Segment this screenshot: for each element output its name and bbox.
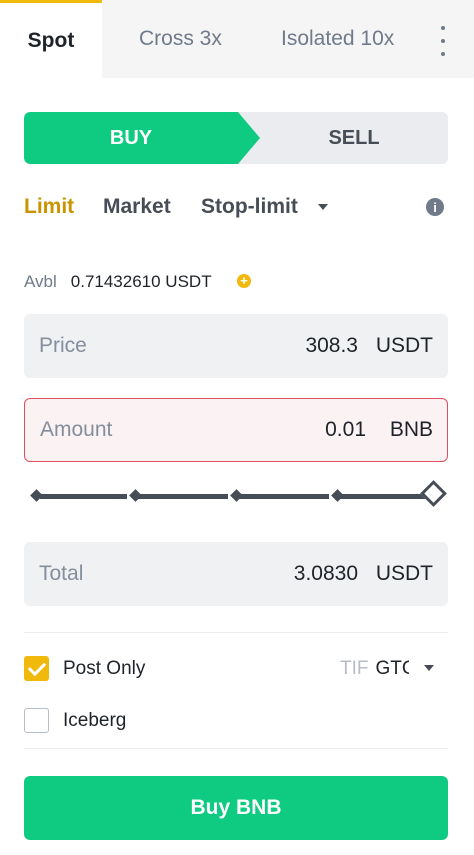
tab-cross[interactable]: Cross 3x bbox=[139, 0, 222, 78]
amount-label: Amount bbox=[40, 418, 113, 441]
divider bbox=[24, 632, 448, 633]
available-balance: Avbl 0.71432610 USDT bbox=[24, 268, 212, 296]
chevron-down-icon[interactable] bbox=[424, 665, 434, 671]
total-field[interactable]: Total 3.0830 USDT bbox=[24, 542, 448, 606]
price-value[interactable]: 308.3 bbox=[305, 314, 358, 378]
tif-value[interactable]: GTC bbox=[376, 658, 409, 680]
iceberg-checkbox[interactable] bbox=[24, 708, 49, 733]
price-label: Price bbox=[39, 334, 87, 357]
sell-tab[interactable]: SELL bbox=[260, 112, 448, 164]
tif-selector[interactable]: TIF GTC bbox=[340, 656, 409, 682]
order-type-stop-limit[interactable]: Stop-limit bbox=[201, 190, 298, 224]
order-type-limit[interactable]: Limit bbox=[24, 190, 74, 224]
info-icon[interactable]: i bbox=[426, 198, 444, 216]
margin-tabs: Spot Cross 3x Isolated 10x bbox=[0, 0, 474, 78]
chevron-down-icon[interactable] bbox=[318, 204, 328, 210]
post-only-label[interactable]: Post Only bbox=[63, 656, 145, 681]
slider-handle[interactable] bbox=[420, 480, 447, 507]
check-icon bbox=[27, 657, 47, 677]
buy-sell-toggle: BUY SELL bbox=[24, 112, 448, 164]
available-value: 0.71432610 USDT bbox=[70, 272, 212, 291]
total-unit: USDT bbox=[375, 562, 433, 585]
tif-label: TIF bbox=[340, 658, 369, 679]
amount-percent-slider[interactable] bbox=[24, 480, 448, 512]
iceberg-label[interactable]: Iceberg bbox=[63, 708, 126, 733]
divider bbox=[24, 748, 448, 749]
price-unit: USDT bbox=[375, 334, 433, 357]
amount-unit: BNB bbox=[389, 418, 433, 441]
available-label: Avbl bbox=[24, 272, 57, 291]
total-label: Total bbox=[39, 562, 84, 585]
tab-spot[interactable]: Spot bbox=[0, 0, 102, 78]
order-type-market[interactable]: Market bbox=[103, 190, 171, 224]
post-only-checkbox[interactable] bbox=[24, 656, 49, 681]
buy-bnb-button[interactable]: Buy BNB bbox=[24, 776, 448, 840]
tab-isolated[interactable]: Isolated 10x bbox=[281, 0, 394, 78]
more-options-icon[interactable] bbox=[430, 26, 456, 56]
add-funds-icon[interactable]: + bbox=[237, 274, 251, 288]
amount-field[interactable]: Amount 0.01 BNB bbox=[24, 398, 448, 462]
amount-value[interactable]: 0.01 bbox=[325, 399, 366, 461]
buy-tab[interactable]: BUY bbox=[24, 112, 260, 164]
price-field[interactable]: Price 308.3 USDT bbox=[24, 314, 448, 378]
total-value[interactable]: 3.0830 bbox=[294, 542, 358, 606]
